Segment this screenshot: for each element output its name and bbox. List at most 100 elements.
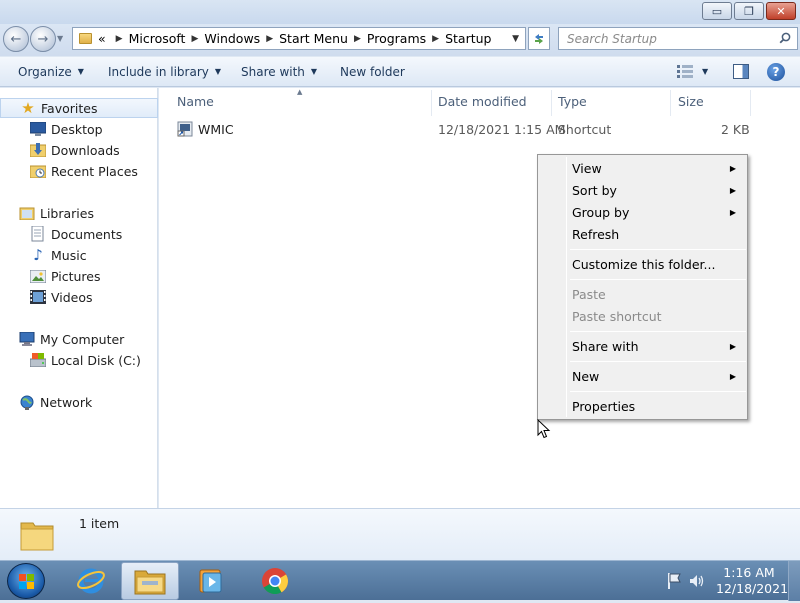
- submenu-arrow-icon: ▶: [729, 371, 736, 381]
- mouse-cursor-icon: [537, 419, 551, 439]
- chevron-down-icon: ▼: [214, 67, 222, 76]
- recent-places-icon: [30, 163, 46, 179]
- recent-pages-dropdown[interactable]: ▼: [57, 34, 63, 43]
- system-clock[interactable]: 1:16 AM 12/18/2021: [716, 565, 789, 597]
- address-row: ← → ▼ « ▶ Microsoft ▶ Windows ▶ Start Me…: [0, 24, 800, 56]
- menu-item-group-by[interactable]: Group by ▶: [572, 202, 744, 222]
- taskbar-windows-explorer[interactable]: [121, 562, 179, 600]
- breadcrumb-separator-icon[interactable]: ▶: [266, 34, 273, 44]
- new-folder-button[interactable]: New folder: [340, 57, 405, 87]
- nav-item-recent-places[interactable]: Recent Places: [30, 161, 138, 181]
- breadcrumb-separator-icon[interactable]: ▶: [191, 34, 198, 44]
- forward-button[interactable]: →: [30, 26, 56, 52]
- menu-item-label: Share with: [572, 338, 639, 354]
- maximize-button[interactable]: ❐: [734, 2, 764, 20]
- include-in-library-label: Include in library: [108, 64, 209, 79]
- column-divider[interactable]: [551, 90, 552, 116]
- submenu-arrow-icon: ▶: [729, 207, 736, 217]
- nav-item-label: Music: [51, 247, 87, 263]
- breadcrumb-programs[interactable]: Programs: [367, 31, 426, 46]
- documents-icon: [30, 226, 46, 242]
- nav-item-label: Desktop: [51, 121, 103, 137]
- menu-item-label: Paste shortcut: [572, 308, 662, 324]
- nav-favorites[interactable]: ★ Favorites: [0, 98, 158, 118]
- nav-item-desktop[interactable]: Desktop: [30, 119, 103, 139]
- nav-item-music[interactable]: ♪ Music: [30, 245, 87, 265]
- nav-item-downloads[interactable]: Downloads: [30, 140, 120, 160]
- videos-icon: [30, 289, 46, 305]
- windows-logo-icon: [19, 574, 34, 589]
- clock-date: 12/18/2021: [716, 581, 789, 596]
- taskbar-media-player[interactable]: [182, 562, 240, 600]
- breadcrumb-separator-icon[interactable]: ▶: [354, 34, 361, 44]
- taskbar-internet-explorer[interactable]: [62, 562, 120, 600]
- nav-favorites-label: Favorites: [41, 100, 98, 116]
- nav-item-videos[interactable]: Videos: [30, 287, 93, 307]
- menu-separator: [570, 331, 746, 332]
- nav-network[interactable]: Network: [19, 392, 92, 412]
- column-header-type[interactable]: Type: [558, 94, 587, 114]
- menu-item-refresh[interactable]: Refresh: [572, 224, 744, 244]
- breadcrumb-separator-icon[interactable]: ▶: [116, 34, 123, 44]
- menu-item-customize-folder[interactable]: Customize this folder...: [572, 254, 744, 274]
- change-view-icon[interactable]: [677, 65, 693, 78]
- column-header-name[interactable]: Name: [177, 94, 214, 114]
- menu-item-new[interactable]: New ▶: [572, 366, 744, 386]
- column-divider[interactable]: [431, 90, 432, 116]
- organize-button[interactable]: Organize ▼: [18, 57, 84, 87]
- context-menu: View ▶ Sort by ▶ Group by ▶ Refresh Customi…: [537, 154, 748, 420]
- breadcrumb-windows[interactable]: Windows: [204, 31, 260, 46]
- menu-item-label: Customize this folder...: [572, 256, 716, 272]
- breadcrumb-separator-icon[interactable]: ▶: [432, 34, 439, 44]
- search-icon[interactable]: [779, 32, 791, 44]
- include-in-library-button[interactable]: Include in library ▼: [108, 57, 221, 87]
- nav-item-pictures[interactable]: Pictures: [30, 266, 101, 286]
- menu-item-share-with[interactable]: Share with ▶: [572, 336, 744, 356]
- nav-item-documents[interactable]: Documents: [30, 224, 122, 244]
- refresh-icon: [535, 33, 543, 44]
- help-icon[interactable]: ?: [767, 63, 785, 81]
- action-center-icon[interactable]: [667, 573, 681, 589]
- forward-arrow-icon: →: [37, 31, 49, 47]
- address-dropdown-icon[interactable]: ▼: [512, 34, 519, 44]
- minimize-button[interactable]: ▭: [702, 2, 732, 20]
- organize-label: Organize: [18, 64, 72, 79]
- taskbar-chrome[interactable]: [246, 562, 304, 600]
- breadcrumb-startup[interactable]: Startup: [445, 31, 491, 46]
- nav-my-computer-label: My Computer: [40, 331, 125, 347]
- menu-item-view[interactable]: View ▶: [572, 158, 744, 178]
- downloads-folder-icon: [30, 142, 46, 158]
- breadcrumb-overflow[interactable]: «: [98, 31, 106, 46]
- nav-item-local-disk[interactable]: Local Disk (C:): [30, 350, 141, 370]
- pictures-icon: [30, 268, 46, 284]
- preview-pane-icon[interactable]: [733, 64, 749, 79]
- breadcrumb-microsoft[interactable]: Microsoft: [129, 31, 186, 46]
- column-header-size[interactable]: Size: [678, 94, 704, 114]
- refresh-button[interactable]: [528, 27, 550, 50]
- media-player-icon: [199, 569, 222, 593]
- menu-item-sort-by[interactable]: Sort by ▶: [572, 180, 744, 200]
- start-button[interactable]: [7, 563, 45, 599]
- close-button[interactable]: ✕: [766, 2, 796, 20]
- shortcut-icon: [177, 121, 193, 137]
- column-header-date-modified[interactable]: Date modified: [438, 94, 527, 114]
- volume-icon[interactable]: [689, 573, 705, 589]
- column-divider[interactable]: [670, 90, 671, 116]
- column-divider[interactable]: [750, 90, 751, 116]
- nav-libraries[interactable]: Libraries: [19, 203, 94, 223]
- share-with-button[interactable]: Share with ▼: [241, 57, 317, 87]
- share-with-label: Share with: [241, 64, 305, 79]
- back-button[interactable]: ←: [3, 26, 29, 52]
- chevron-down-icon: ▼: [77, 67, 84, 76]
- show-desktop-button[interactable]: [788, 561, 800, 601]
- search-input[interactable]: [565, 30, 765, 47]
- view-options-dropdown-icon[interactable]: ▼: [702, 67, 708, 76]
- command-bar: Organize ▼ Include in library ▼ Share with…: [0, 57, 800, 87]
- address-bar[interactable]: « ▶ Microsoft ▶ Windows ▶ Start Menu ▶ P…: [72, 27, 526, 50]
- menu-item-properties[interactable]: Properties: [572, 396, 744, 416]
- network-icon: [19, 394, 35, 410]
- back-arrow-icon: ←: [10, 31, 22, 47]
- nav-my-computer[interactable]: My Computer: [19, 329, 124, 349]
- breadcrumb-start-menu[interactable]: Start Menu: [279, 31, 348, 46]
- table-row[interactable]: WMIC 12/18/2021 1:15 AM Shortcut 2 KB: [159, 118, 759, 142]
